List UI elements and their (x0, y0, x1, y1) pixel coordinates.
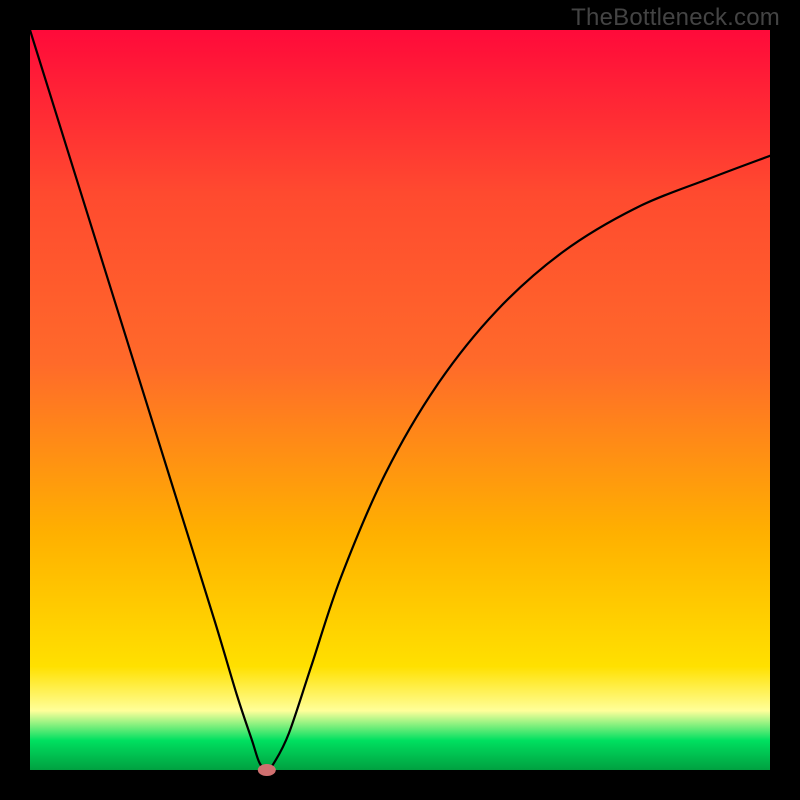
watermark-text: TheBottleneck.com (571, 4, 780, 32)
minimum-marker (258, 764, 276, 776)
plot-background (30, 30, 770, 770)
chart-container: TheBottleneck.com (0, 0, 800, 800)
bottleneck-chart (0, 0, 800, 800)
